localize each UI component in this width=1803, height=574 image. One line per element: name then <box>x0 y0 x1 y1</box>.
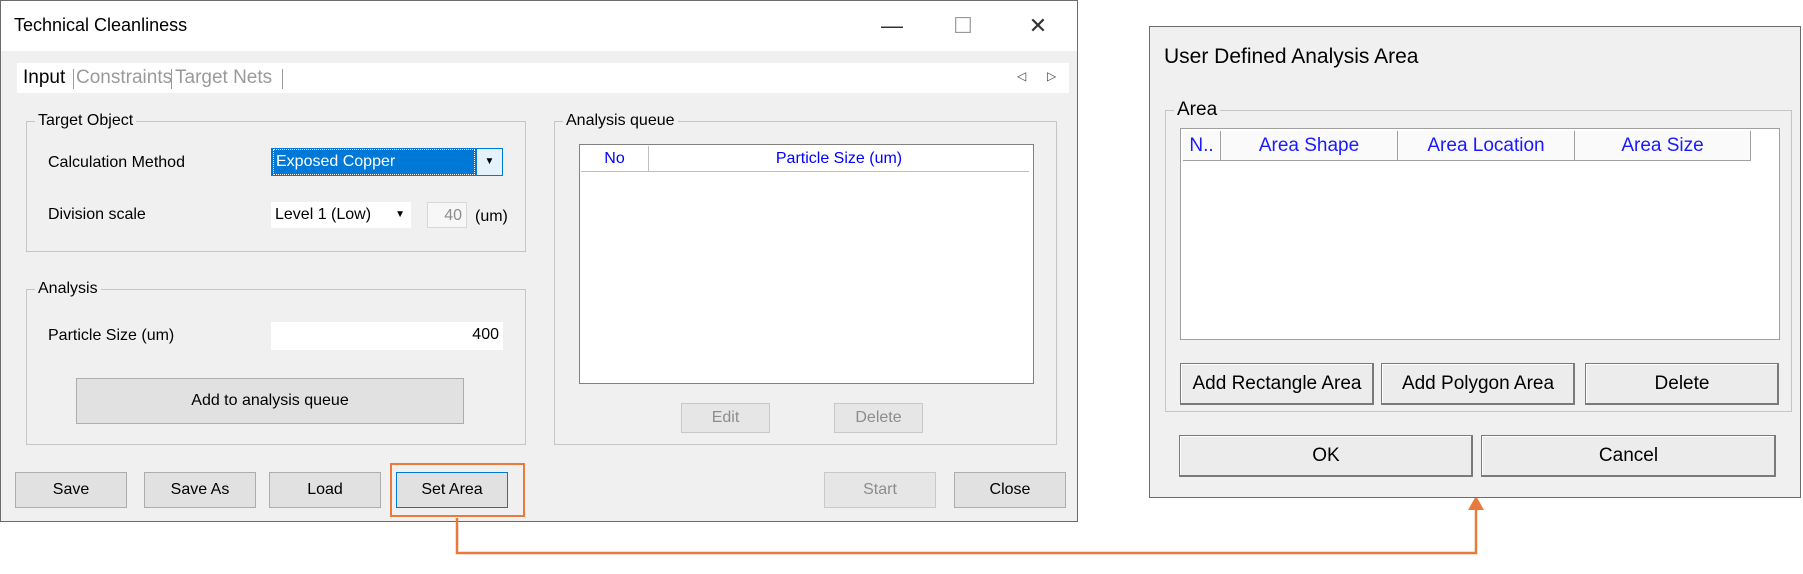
area-delete-button[interactable]: Delete <box>1585 363 1779 405</box>
add-rectangle-area-button[interactable]: Add Rectangle Area <box>1180 363 1374 405</box>
grid-column-area-size[interactable]: Area Size <box>1575 131 1751 161</box>
grid-column-area-location[interactable]: Area Location <box>1398 131 1575 161</box>
grid-column-area-shape[interactable]: Area Shape <box>1221 131 1398 161</box>
ok-button[interactable]: OK <box>1179 435 1473 477</box>
area-label: Area <box>1174 100 1221 120</box>
dialog-title: User Defined Analysis Area <box>1164 45 1419 68</box>
area-grid[interactable]: N.. Area Shape Area Location Area Size <box>1180 128 1780 340</box>
area-group: Area N.. Area Shape Area Location Area S… <box>1165 100 1792 412</box>
user-defined-analysis-area-window: User Defined Analysis Area Area N.. Area… <box>1149 26 1801 498</box>
cancel-button[interactable]: Cancel <box>1481 435 1776 477</box>
grid-column-number[interactable]: N.. <box>1183 131 1221 161</box>
add-polygon-area-button[interactable]: Add Polygon Area <box>1381 363 1575 405</box>
